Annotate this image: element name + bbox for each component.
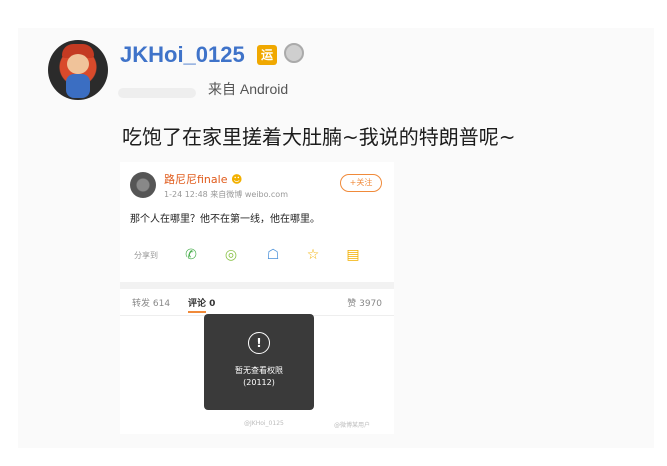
embedded-avatar xyxy=(130,172,156,198)
embedded-content: 那个人在哪里？他不在第一线，他在哪里。 xyxy=(130,214,320,225)
toast-message: 暂无查看权限 (20112) xyxy=(204,365,314,389)
yun-badge-icon[interactable]: 运 xyxy=(257,45,277,65)
qq-icon: ☖ xyxy=(266,247,280,263)
emoji-icon: ☻ xyxy=(230,173,243,186)
user-avatar[interactable] xyxy=(48,40,108,100)
avatar-body xyxy=(66,74,90,98)
note-icon: ▤ xyxy=(346,247,360,263)
post-source: 来自 Android xyxy=(208,81,289,97)
tab-repost: 转发 614 xyxy=(132,299,171,309)
blurred-timestamp xyxy=(118,88,196,98)
medal-badge-icon[interactable] xyxy=(284,43,304,63)
share-label: 分享到 xyxy=(134,251,158,260)
wechat-icon: ✆ xyxy=(185,247,197,263)
embedded-meta: 1-24 12:48 来自微博 weibo.com xyxy=(164,190,288,199)
share-bar: 分享到 ✆ ◎ ☖ ☆ ▤ xyxy=(130,246,384,266)
embedded-username: 路尼尼finale ☻ xyxy=(164,171,242,187)
tab-like: 赞 3970 xyxy=(347,299,382,309)
embedded-username-text: 路尼尼finale xyxy=(164,173,228,186)
watermark-2: @微博某用户 xyxy=(334,422,371,429)
comment-tabs: 转发 614 评论 0 赞 3970 xyxy=(120,289,394,316)
active-tab-indicator xyxy=(188,311,206,313)
permission-toast: ! 暂无查看权限 (20112) xyxy=(204,314,314,410)
embedded-screenshot[interactable]: 路尼尼finale ☻ 1-24 12:48 来自微博 weibo.com +关… xyxy=(120,162,394,434)
post-text: 吃饱了在家里搓着大肚腩~我说的特朗普呢~ xyxy=(122,125,516,149)
avatar-face xyxy=(67,54,89,74)
favorite-star-icon: ☆ xyxy=(306,247,320,263)
moments-icon: ◎ xyxy=(224,247,238,263)
tab-comment: 评论 0 xyxy=(188,299,216,309)
toast-line1: 暂无查看权限 xyxy=(235,366,283,375)
weibo-post: JKHoi_0125 运 来自 Android 吃饱了在家里搓着大肚腩~我说的特… xyxy=(18,28,654,448)
username-link[interactable]: JKHoi_0125 xyxy=(120,42,245,68)
toast-line2: (20112) xyxy=(243,378,275,387)
section-divider xyxy=(120,282,394,289)
alert-icon: ! xyxy=(248,332,270,354)
watermark-1: @JKHoi_0125 xyxy=(244,420,284,427)
follow-button: +关注 xyxy=(340,174,382,192)
